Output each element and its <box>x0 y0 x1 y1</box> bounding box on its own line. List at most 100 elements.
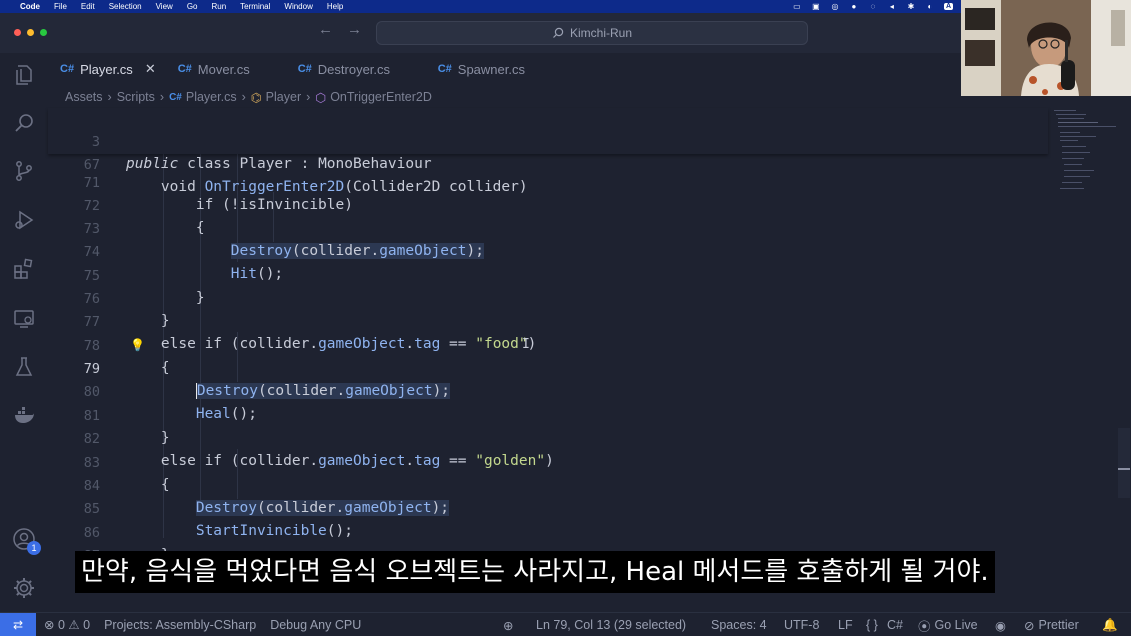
code-line: 3 public class Player : MonoBehaviour <box>48 109 432 172</box>
back-arrow-icon[interactable]: ← <box>318 21 333 38</box>
menu-file[interactable]: File <box>54 2 67 11</box>
zoom-icon[interactable]: ⊕ <box>503 613 513 636</box>
menu-help[interactable]: Help <box>327 2 343 11</box>
code-line: 85 StartInvincible(); <box>48 476 353 539</box>
account-badge: 1 <box>27 541 41 555</box>
search-icon <box>553 27 564 38</box>
line-text: { <box>126 360 170 376</box>
breadcrumb: Assets › Scripts › C# Player.cs › ⌬ Play… <box>65 88 432 106</box>
creative-cloud-icon[interactable]: ◎ <box>830 2 840 11</box>
menu-run[interactable]: Run <box>211 2 226 11</box>
zoom-window-button[interactable] <box>40 29 47 36</box>
menu-go[interactable]: Go <box>187 2 198 11</box>
line-ending[interactable]: LF <box>838 613 853 636</box>
search-icon[interactable] <box>12 111 36 135</box>
prettier-button[interactable]: ⊘ Prettier <box>1024 613 1079 636</box>
grammar-icon[interactable]: ● <box>849 2 859 11</box>
close-icon[interactable]: ✕ <box>145 61 156 77</box>
night-icon[interactable]: ◐ <box>925 2 935 11</box>
build-config[interactable]: Debug Any CPU <box>270 618 361 632</box>
chevron-right-icon: › <box>241 90 246 104</box>
menu-selection[interactable]: Selection <box>109 2 142 11</box>
code-line: 74 Hit(); <box>48 219 283 282</box>
warning-icon: ⚠ <box>68 618 80 632</box>
menu-view[interactable]: View <box>156 2 173 11</box>
menu-terminal[interactable]: Terminal <box>240 2 270 11</box>
breadcrumb-item[interactable]: Scripts <box>117 90 155 104</box>
remote-indicator-icon[interactable]: ⇄ <box>0 612 36 636</box>
menu-code[interactable]: Code <box>20 2 40 11</box>
remote-explorer-icon[interactable] <box>12 307 36 331</box>
code-line: 71 if (!isInvincible) <box>48 150 353 213</box>
volume-icon[interactable]: ◂ <box>887 2 897 11</box>
encoding[interactable]: UTF-8 <box>784 613 819 636</box>
webcam-overlay <box>961 0 1131 96</box>
extensions-icon[interactable] <box>12 257 36 281</box>
method-icon: ⬡ <box>315 90 327 105</box>
run-debug-icon[interactable] <box>12 208 36 232</box>
docker-icon[interactable] <box>12 403 36 427</box>
tab-mover-cs[interactable]: C# Mover.cs <box>168 53 288 85</box>
testing-icon[interactable] <box>12 355 36 379</box>
csharp-file-icon: C# <box>60 63 75 75</box>
code-line: 72 { <box>48 173 205 236</box>
window-controls <box>14 29 47 36</box>
close-window-button[interactable] <box>14 29 21 36</box>
breadcrumb-item[interactable]: Assets <box>65 90 103 104</box>
command-center-search[interactable]: Kimchi-Run <box>376 21 808 45</box>
breadcrumb-item[interactable]: Player <box>266 90 301 104</box>
menu-window[interactable]: Window <box>284 2 312 11</box>
project-indicator[interactable]: Projects: Assembly-CSharp <box>104 618 256 632</box>
video-icon[interactable]: ▭ <box>792 2 802 11</box>
chevron-right-icon: › <box>306 90 311 104</box>
breadcrumb-item[interactable]: Player.cs <box>186 90 237 104</box>
explorer-icon[interactable] <box>12 63 36 87</box>
screen-share-icon[interactable]: ▣ <box>811 2 821 11</box>
csharp-file-icon: C# <box>297 63 312 75</box>
code-line: 86 } <box>48 500 170 563</box>
input-source-badge[interactable]: A <box>943 3 953 10</box>
problems-indicator[interactable]: ⊗ 0 ⚠ 0 <box>44 617 90 632</box>
csharp-file-icon: C# <box>177 63 192 75</box>
copilot-icon[interactable]: ◉ <box>995 613 1006 636</box>
code-line: 75 } <box>48 243 205 306</box>
line-text: } <box>126 313 170 329</box>
braces-icon: { } <box>866 618 878 632</box>
cursor-position[interactable]: Ln 79, Col 13 (29 selected) <box>536 613 686 636</box>
tab-spawner-cs[interactable]: C# Spawner.cs <box>428 53 537 85</box>
tab-player-cs[interactable]: C# Player.cs ✕ <box>48 53 168 85</box>
minimap[interactable] <box>1054 108 1116 198</box>
prettier-icon: ⊘ <box>1024 618 1035 633</box>
code-line: 82 else if (collider.gameObject.tag == "… <box>48 406 554 469</box>
code-line: 84 Destroy(collider.gameObject); <box>48 453 450 516</box>
minimize-window-button[interactable] <box>27 29 34 36</box>
language-mode[interactable]: C# <box>887 613 903 636</box>
status-bar: ⇄ ⊗ 0 ⚠ 0 Projects: Assembly-CSharp Debu… <box>0 612 1131 636</box>
source-control-icon[interactable] <box>12 159 36 183</box>
code-line-current: 79 Destroy(collider.gameObject); <box>48 336 451 399</box>
class-icon: ⌬ <box>250 90 262 105</box>
prettier-label: Prettier <box>1038 618 1079 632</box>
line-text: else if (collider.gameObject.tag == "foo… <box>126 336 537 352</box>
bell-icon[interactable]: 🔔 <box>1102 613 1118 636</box>
shield-icon[interactable]: ◌ <box>868 2 878 11</box>
golive-button[interactable]: ⦿ Go Live <box>918 613 978 636</box>
line-text: } <box>126 290 205 306</box>
code-editor[interactable]: 3 public class Player : MonoBehaviour 67… <box>48 108 1048 608</box>
indentation[interactable]: Spaces: 4 <box>711 613 767 636</box>
lightbulb-icon[interactable]: 💡 <box>130 338 145 352</box>
tab-destroyer-cs[interactable]: C# Destroyer.cs <box>288 53 428 85</box>
activity-bar: 1 <box>0 53 48 611</box>
code-line: 80 Heal(); <box>48 359 257 422</box>
video-subtitle: 만약, 음식을 먹었다면 음식 오브젝트는 사라지고, Heal 메서드를 호출… <box>75 551 995 593</box>
line-text: StartInvincible(); <box>195 523 353 539</box>
code-line: 73 Destroy(collider.gameObject); <box>48 196 484 259</box>
golive-label: Go Live <box>934 618 978 632</box>
bluetooth-icon[interactable]: ✱ <box>906 2 916 11</box>
scrollbar-thumb[interactable] <box>1118 428 1130 498</box>
forward-arrow-icon[interactable]: → <box>347 21 362 38</box>
line-text: Heal(); <box>195 406 257 422</box>
menu-edit[interactable]: Edit <box>81 2 95 11</box>
breadcrumb-item[interactable]: OnTriggerEnter2D <box>330 90 432 104</box>
gear-icon[interactable] <box>12 576 36 600</box>
